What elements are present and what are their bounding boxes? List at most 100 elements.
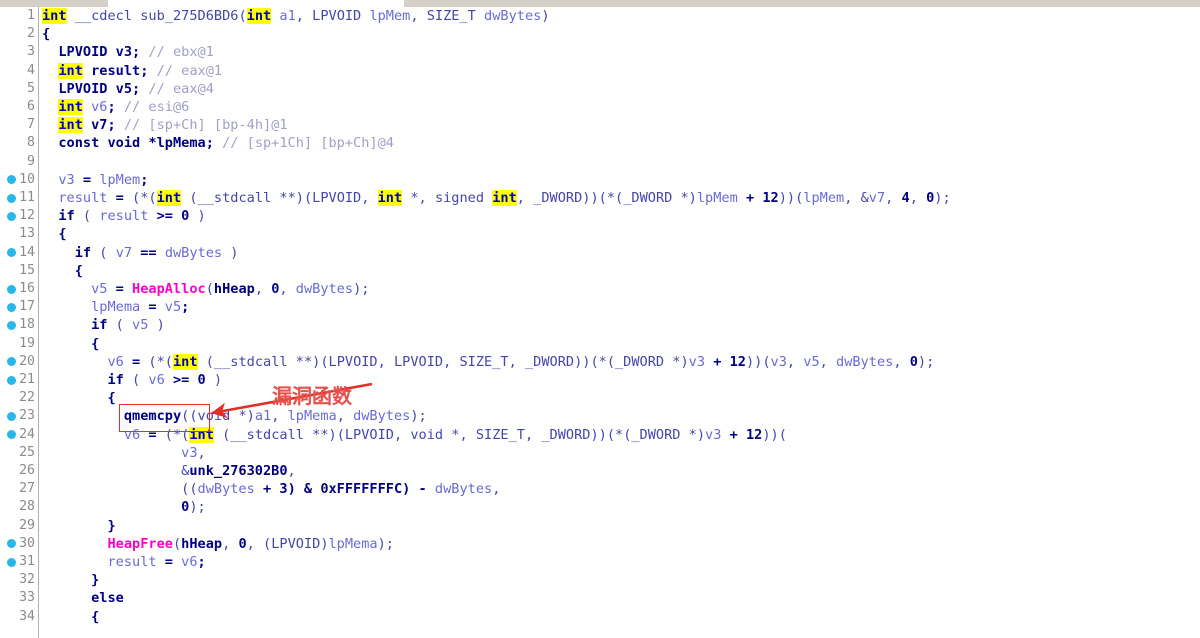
token: = [140,299,165,316]
code-line[interactable]: 21 if ( v6 >= 0 ) [0,371,1200,389]
code-line[interactable]: 8 const void *lpMema; // [sp+1Ch] [bp+Ch… [0,134,1200,152]
token: , [443,353,460,370]
code-text: { [42,25,50,43]
tab-5[interactable] [1100,0,1200,7]
token: { [107,390,116,407]
code-text: v3, [42,444,206,462]
token: // eax@1 [156,62,223,79]
token: ); [189,499,206,516]
token: ); [410,408,427,425]
code-line[interactable]: 14 if ( v7 == dwBytes ) [0,244,1200,262]
code-line[interactable]: 30 HeapFree(hHeap, 0, (LPVOID)lpMema); [0,535,1200,553]
token: SIZE_T [426,8,476,24]
token: ; [132,44,141,61]
code-line[interactable]: 31 result = v6; [0,553,1200,571]
token: _DWORD [533,190,583,206]
line-number: 19 [19,335,35,351]
code-line[interactable]: 29 } [0,517,1200,535]
code-line[interactable]: 16 v5 = HeapAlloc(hHeap, 0, dwBytes); [0,280,1200,298]
token: LPVOID [312,190,362,206]
token: , [222,535,239,552]
code-line[interactable]: 32 } [0,571,1200,589]
line-number: 10 [19,171,35,187]
code-line[interactable]: 9 [0,153,1200,171]
code-line[interactable]: 4 int result; // eax@1 [0,62,1200,80]
code-line[interactable]: 12 if ( result >= 0 ) [0,207,1200,225]
line-number: 27 [19,481,35,497]
token: // esi@6 [123,99,190,115]
token: v6 [107,353,124,370]
token: __stdcall [197,190,272,206]
line-number: 24 [19,426,35,442]
token: } [107,517,116,534]
code-line[interactable]: 7 int v7; // [sp+Ch] [bp-4h]@1 [0,116,1200,134]
token: _DWORD [631,426,681,443]
token: , & [844,190,869,206]
token: 12 [745,426,763,443]
code-line[interactable]: 25 v3, [0,444,1200,462]
token: , [410,8,427,24]
token: ))(*( [582,190,624,206]
token: ( [172,535,182,552]
code-line[interactable]: 2{ [0,25,1200,43]
token: signed [434,190,485,206]
code-line[interactable]: 27 ((dwBytes + 3) & 0xFFFFFFFC) - dwByte… [0,480,1200,498]
token: + [705,353,730,370]
token: LPVOID [344,426,394,443]
tab-3[interactable] [700,0,901,7]
code-text: v3 = lpMem; [42,171,148,189]
code-line[interactable]: 3 LPVOID v3; // ebx@1 [0,43,1200,61]
code-line[interactable]: 28 0); [0,498,1200,516]
code-text: result = (*(int (__stdcall **)(LPVOID, i… [42,189,951,207]
tab-1[interactable] [108,0,405,7]
token: ) - [402,481,435,498]
line-number: 33 [19,590,35,606]
token: LPVOID [394,353,444,370]
token: ))( [745,353,771,370]
code-line[interactable]: 1 int __cdecl sub_275D6BD6(int a1, LPVOID… [0,7,1200,25]
code-text: int v6; // esi@6 [42,98,189,116]
tab-4[interactable] [900,0,1101,7]
code-line[interactable]: 5 LPVOID v5; // eax@4 [0,80,1200,98]
token: ) [189,208,206,225]
token: const void *lpMema [58,135,206,152]
code-line[interactable]: 11 result = (*(int (__stdcall **)(LPVOID… [0,189,1200,207]
tab-2[interactable] [404,0,701,7]
token: { [91,608,100,625]
code-line[interactable]: 18 if ( v5 ) [0,316,1200,334]
code-line[interactable]: 17 lpMema = v5; [0,298,1200,316]
code-text: int __cdecl sub_275D6BD6(int a1, LPVOID … [42,7,550,25]
line-number: 7 [27,117,35,133]
token: int [58,99,83,115]
code-line[interactable]: 15 { [0,262,1200,280]
code-line[interactable]: 26 &unk_276302B0, [0,462,1200,480]
pseudocode-editor[interactable]: 1 int __cdecl sub_275D6BD6(int a1, LPVOID… [0,7,1200,638]
code-line[interactable]: 6 int v6; // esi@6 [0,98,1200,116]
line-number: 15 [19,262,35,278]
tab-0[interactable] [0,0,109,7]
token: ); [934,190,951,206]
line-number: 4 [27,62,35,78]
token: ))( [778,190,804,206]
code-line[interactable]: 10 v3 = lpMem; [0,171,1200,189]
code-line[interactable]: 34 { [0,608,1200,626]
code-line[interactable]: 33 else [0,589,1200,607]
code-line[interactable]: 19 { [0,335,1200,353]
token: + [721,426,746,443]
token: 0xFFFFFFFC [320,481,403,498]
code-line[interactable]: 20 v6 = (*(int (__stdcall **)(LPVOID, LP… [0,353,1200,371]
token: if [107,372,124,388]
code-line[interactable]: 13 { [0,225,1200,243]
line-number: 3 [27,44,35,60]
token: __stdcall [213,353,288,370]
token: , [287,463,296,479]
code-text: HeapFree(hHeap, 0, (LPVOID)lpMema); [42,535,394,553]
token: *, [443,426,476,443]
